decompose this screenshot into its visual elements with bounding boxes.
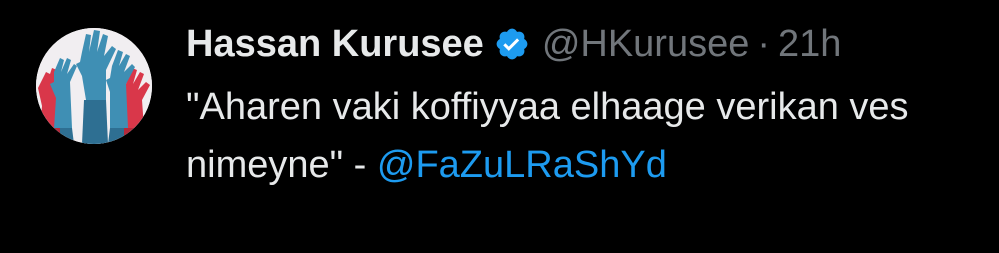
verified-badge-icon[interactable] [494, 26, 530, 62]
tweet-header: Hassan Kurusee @HKurusee · 21h [186, 16, 986, 72]
tweet-text: "Aharen vaki koffiyyaa elhaage verikan v… [186, 78, 986, 194]
author-display-name[interactable]: Hassan Kurusee [186, 23, 484, 66]
mention-link[interactable]: @FaZuLRaShYd [377, 144, 667, 186]
tweet-body: Hassan Kurusee @HKurusee · 21h "Aharen v… [186, 16, 986, 194]
avatar[interactable] [36, 28, 152, 144]
tweet[interactable]: Hassan Kurusee @HKurusee · 21h "Aharen v… [0, 0, 999, 253]
separator-dot: · [757, 22, 771, 65]
author-handle[interactable]: @HKurusee [542, 23, 750, 66]
tweet-timestamp[interactable]: 21h [778, 23, 841, 66]
raised-hands-icon [36, 28, 152, 144]
